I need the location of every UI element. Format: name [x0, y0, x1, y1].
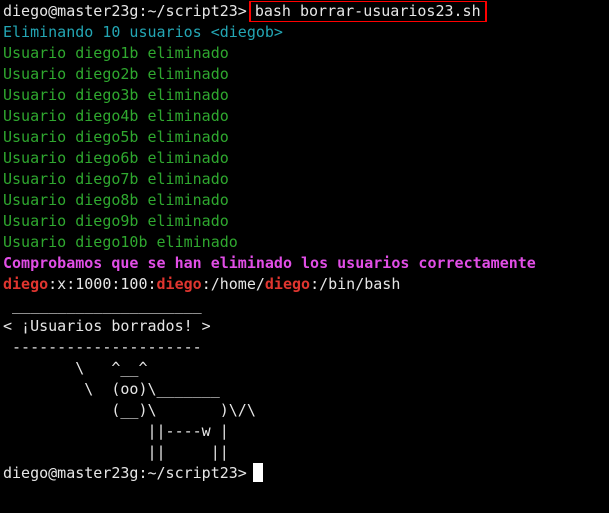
cowsay-cow-line: \ ^__^	[3, 359, 148, 377]
passwd-shell: :/bin/bash	[310, 275, 401, 293]
deleted-user-line: Usuario diego7b eliminado	[3, 170, 229, 188]
cowsay-message: < ¡Usuarios borrados! >	[3, 317, 211, 335]
cowsay-cow-line: ||----w |	[3, 422, 229, 440]
deleted-user-line: Usuario diego8b eliminado	[3, 191, 229, 209]
cowsay-bottom-border: ---------------------	[3, 338, 202, 356]
command-line: diego@master23g:~/script23> bash borrar-u…	[3, 1, 609, 22]
current-prompt-line[interactable]: diego@master23g:~/script23>	[3, 463, 609, 484]
check-message: Comprobamos que se han eliminado los usu…	[3, 254, 536, 272]
deleted-user-line: Usuario diego4b eliminado	[3, 107, 229, 125]
passwd-home-user: diego	[264, 275, 311, 293]
terminal-window[interactable]: diego@master23g:~/script23> bash borrar-u…	[0, 0, 609, 513]
cowsay-cow-line: \ (oo)\_______	[3, 380, 220, 398]
passwd-entry: diego:x:1000:100:diego:/home/diego:/bin/…	[3, 274, 609, 295]
passwd-fields: :x:1000:100:	[48, 275, 157, 293]
cowsay-top-border: _____________________	[3, 296, 202, 314]
text-cursor[interactable]	[252, 463, 263, 482]
deleted-user-line: Usuario diego2b eliminado	[3, 65, 229, 83]
deleted-user-line: Usuario diego5b eliminado	[3, 128, 229, 146]
deleted-user-line: Usuario diego1b eliminado	[3, 44, 229, 62]
highlighted-command: bash borrar-usuarios23.sh	[248, 1, 487, 22]
shell-prompt: diego@master23g:~/script23>	[3, 464, 247, 482]
passwd-home-prefix: :/home/	[201, 275, 265, 293]
deleted-user-line: Usuario diego6b eliminado	[3, 149, 229, 167]
shell-prompt: diego@master23g:~/script23>	[3, 2, 247, 20]
output-header: Eliminando 10 usuarios <diegob>	[3, 23, 283, 41]
cowsay-cow-line: || ||	[3, 443, 229, 461]
deleted-user-line: Usuario diego10b eliminado	[3, 233, 238, 251]
deleted-user-line: Usuario diego9b eliminado	[3, 212, 229, 230]
deleted-user-line: Usuario diego3b eliminado	[3, 86, 229, 104]
passwd-group-name: diego	[156, 275, 202, 293]
cowsay-cow-line: (__)\ )\/\	[3, 401, 256, 419]
passwd-username: diego	[3, 275, 49, 293]
